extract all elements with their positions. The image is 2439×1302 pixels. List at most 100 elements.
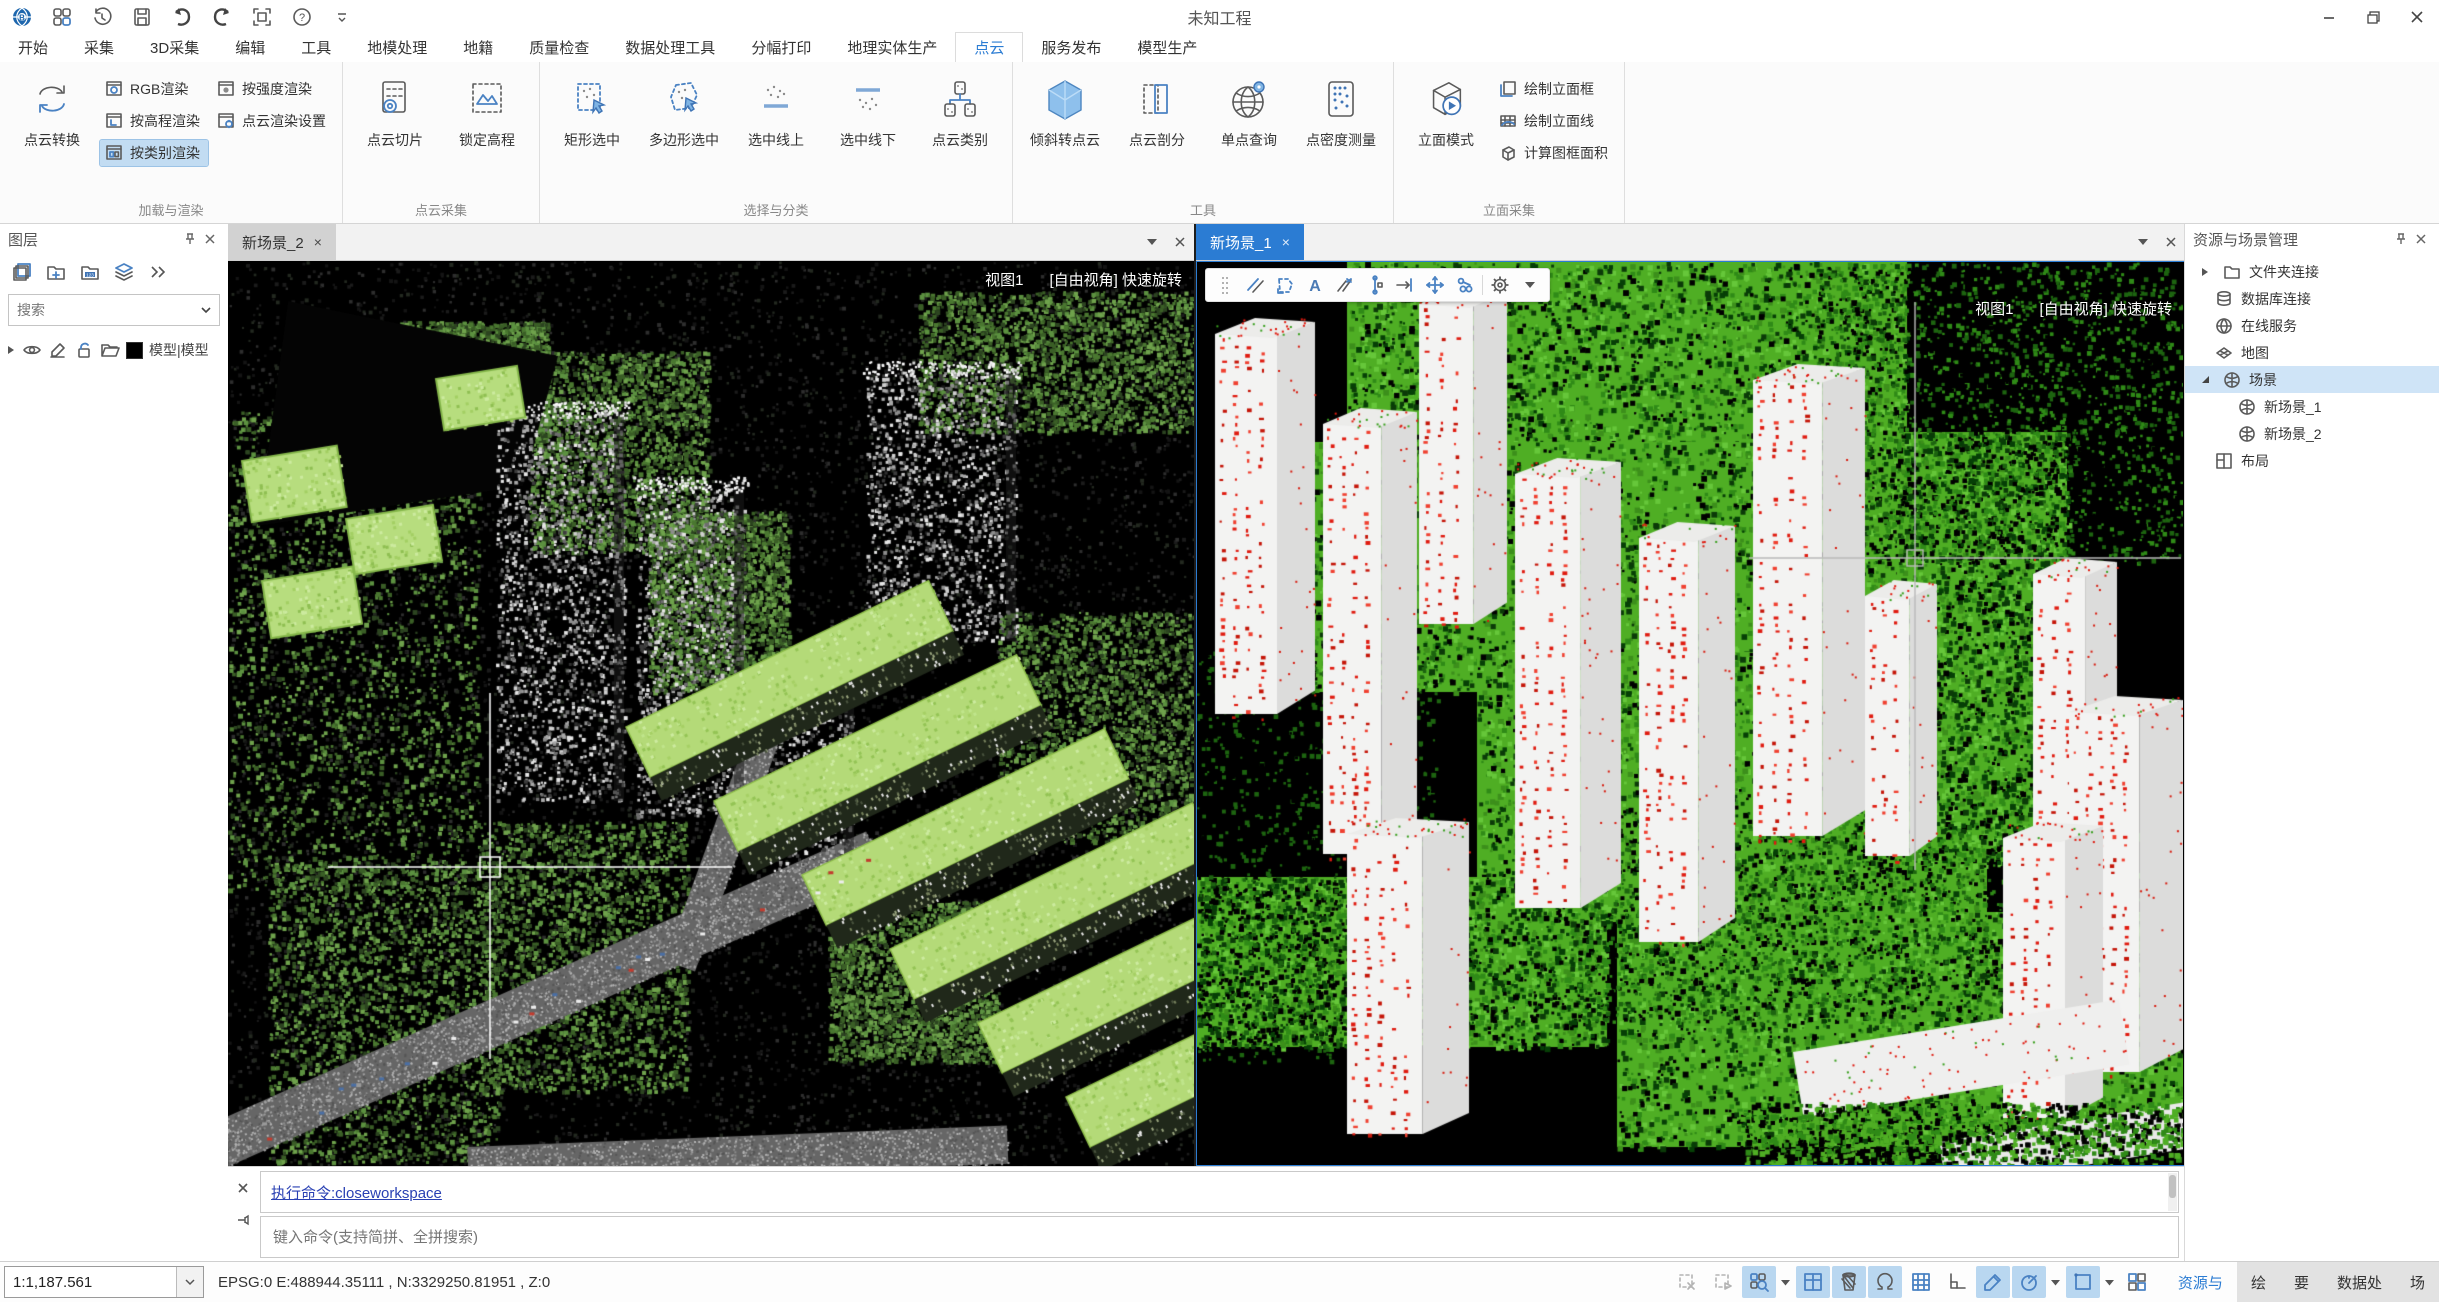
snap-settings-icon[interactable] — [1742, 1266, 1776, 1298]
tab-cadastre[interactable]: 地籍 — [445, 33, 511, 62]
tab-service-publish[interactable]: 服务发布 — [1023, 33, 1119, 62]
layer-stack-button[interactable] — [10, 260, 34, 284]
layer-row-model[interactable]: 模型|模型 — [0, 330, 228, 364]
select-above-line-button[interactable]: 选中线上 — [732, 66, 820, 154]
panel-tab-resources[interactable]: 资源与 — [2164, 1262, 2237, 1302]
tree-item-folder-connection[interactable]: 文件夹连接 — [2185, 258, 2439, 285]
calc-frame-area-button[interactable]: 计算图框面积 — [1494, 140, 1616, 166]
snap-settings-dropdown-icon[interactable] — [1778, 1266, 1794, 1298]
command-pin-icon[interactable] — [234, 1211, 252, 1229]
tree-item-database-connection[interactable]: 数据库连接 — [2185, 285, 2439, 312]
tab-point-cloud[interactable]: 点云 — [955, 32, 1023, 63]
viewport-tab-scene1[interactable]: 新场景_1 × — [1196, 224, 1304, 260]
tab-model-production[interactable]: 模型生产 — [1119, 33, 1215, 62]
tree-item-layout[interactable]: 布局 — [2185, 447, 2439, 474]
right-viewport-scene[interactable] — [1197, 262, 2183, 1165]
unlocked-lock-icon[interactable] — [74, 340, 94, 360]
render-settings-button[interactable]: 点云渲染设置 — [212, 108, 334, 134]
command-scrollbar[interactable] — [2168, 1173, 2177, 1211]
tab-data-tools[interactable]: 数据处理工具 — [607, 33, 733, 62]
edit-pencil-icon[interactable] — [48, 340, 68, 360]
tree-item-scenes[interactable]: 场景 — [2185, 366, 2439, 393]
scale-combo[interactable]: 1:1,187.561 — [4, 1266, 204, 1298]
pointcloud-convert-button[interactable]: 点云转换 — [8, 66, 96, 154]
left-viewport-scene[interactable] — [228, 261, 1194, 1166]
oblique-to-pointcloud-button[interactable]: 倾斜转点云 — [1021, 66, 1109, 154]
save-button[interactable] — [130, 5, 154, 29]
sketch-pencil-icon[interactable] — [1976, 1266, 2010, 1298]
viewport-left-content[interactable]: 视图1 [自由视角] 快速旋转 — [228, 261, 1194, 1166]
draw-facade-frame-button[interactable]: 绘制立面框 — [1494, 76, 1616, 102]
pointcloud-split-button[interactable]: 点云剖分 — [1113, 66, 1201, 154]
viewport-tab-scene2-close-icon[interactable]: × — [314, 234, 322, 250]
text-tool-icon[interactable]: A — [1302, 272, 1328, 298]
panel-tab-draw[interactable]: 绘 — [2237, 1262, 2280, 1302]
snap-axis-icon[interactable] — [1392, 272, 1418, 298]
tree-item-map[interactable]: 地图 — [2185, 339, 2439, 366]
class-render-button[interactable]: 按类别渲染 — [100, 140, 208, 166]
viewport-right-content[interactable]: A 视图1 [自由视角] 快速旋转 — [1196, 261, 2185, 1166]
tree-item-scene-1[interactable]: 新场景_1 — [2185, 393, 2439, 420]
frame-select-dropdown-icon[interactable] — [2102, 1266, 2118, 1298]
viewport-left-close-icon[interactable] — [1166, 224, 1194, 260]
restore-button[interactable] — [2351, 2, 2395, 32]
facade-mode-button[interactable]: 立面模式 — [1402, 66, 1490, 154]
toolbar-more-dropdown-icon[interactable] — [1517, 272, 1543, 298]
poly-select-button[interactable]: 多边形选中 — [640, 66, 728, 154]
history-button[interactable] — [90, 5, 114, 29]
intensity-render-button[interactable]: 按强度渲染 — [212, 76, 334, 102]
tab-3d-collect[interactable]: 3D采集 — [132, 33, 217, 62]
visibility-eye-icon[interactable] — [22, 340, 42, 360]
lock-elevation-button[interactable]: 锁定高程 — [443, 66, 531, 154]
tab-edit[interactable]: 编辑 — [217, 33, 283, 62]
pointcloud-class-button[interactable]: 点云类别 — [916, 66, 1004, 154]
polygon-draw-icon[interactable] — [1272, 272, 1298, 298]
close-button[interactable] — [2395, 2, 2439, 32]
command-close-icon[interactable] — [234, 1179, 252, 1197]
layer-color-swatch[interactable] — [126, 342, 143, 359]
expanded-caret-icon[interactable] — [2195, 370, 2215, 390]
select-region-button[interactable] — [250, 5, 274, 29]
viewport-tab-scene2[interactable]: 新场景_2 × — [228, 224, 336, 260]
pin-icon[interactable] — [2391, 229, 2411, 249]
layers-panel-close-icon[interactable] — [200, 229, 220, 249]
omega-angle-icon[interactable] — [1868, 1266, 1902, 1298]
break-line-icon[interactable] — [1332, 272, 1358, 298]
single-point-query-button[interactable]: 单点查询 — [1205, 66, 1293, 154]
viewport-right-tablist-dropdown-icon[interactable] — [2129, 224, 2157, 260]
workspace-grid-button[interactable] — [50, 5, 74, 29]
undo-button[interactable] — [170, 5, 194, 29]
protractor-icon[interactable] — [2012, 1266, 2046, 1298]
frame-select-icon[interactable] — [2066, 1266, 2100, 1298]
tab-quality-check[interactable]: 质量检查 — [511, 33, 607, 62]
chevron-down-icon[interactable] — [193, 297, 219, 323]
protractor-dropdown-icon[interactable] — [2048, 1266, 2064, 1298]
vertex-measure-icon[interactable] — [1362, 272, 1388, 298]
command-input[interactable] — [271, 1228, 2168, 1247]
rgb-render-button[interactable]: RGB渲染 — [100, 76, 208, 102]
grid-view-icon[interactable] — [1796, 1266, 1830, 1298]
help-button[interactable]: ? — [290, 5, 314, 29]
layers-search-input[interactable] — [9, 302, 193, 318]
parallel-line-icon[interactable] — [1242, 272, 1268, 298]
panel-tab-data-processing[interactable]: 数据处 — [2323, 1262, 2396, 1302]
numbered-layer-button[interactable]: 123 — [78, 260, 102, 284]
redo-button[interactable] — [210, 5, 234, 29]
draw-facade-line-button[interactable]: 绘制立面线 — [1494, 108, 1616, 134]
tab-terrain[interactable]: 地模处理 — [349, 33, 445, 62]
tab-tools[interactable]: 工具 — [283, 33, 349, 62]
viewport-left-tablist-dropdown-icon[interactable] — [1138, 224, 1166, 260]
tab-collect[interactable]: 采集 — [66, 33, 132, 62]
link-points-icon[interactable] — [1452, 272, 1478, 298]
play-selection-icon[interactable] — [1706, 1266, 1740, 1298]
panel-tab-features[interactable]: 要 — [2280, 1262, 2323, 1302]
pointcloud-slice-button[interactable]: 点云切片 — [351, 66, 439, 154]
column-grid-icon[interactable] — [1904, 1266, 1938, 1298]
clear-selection-icon[interactable] — [1670, 1266, 1704, 1298]
rect-select-button[interactable]: 矩形选中 — [548, 66, 636, 154]
scale-dropdown-chevron-icon[interactable] — [176, 1267, 203, 1297]
tree-item-online-services[interactable]: 在线服务 — [2185, 312, 2439, 339]
tab-geo-entity[interactable]: 地理实体生产 — [829, 33, 955, 62]
viewport-tab-scene1-close-icon[interactable]: × — [1282, 234, 1290, 250]
resource-panel-close-icon[interactable] — [2411, 229, 2431, 249]
